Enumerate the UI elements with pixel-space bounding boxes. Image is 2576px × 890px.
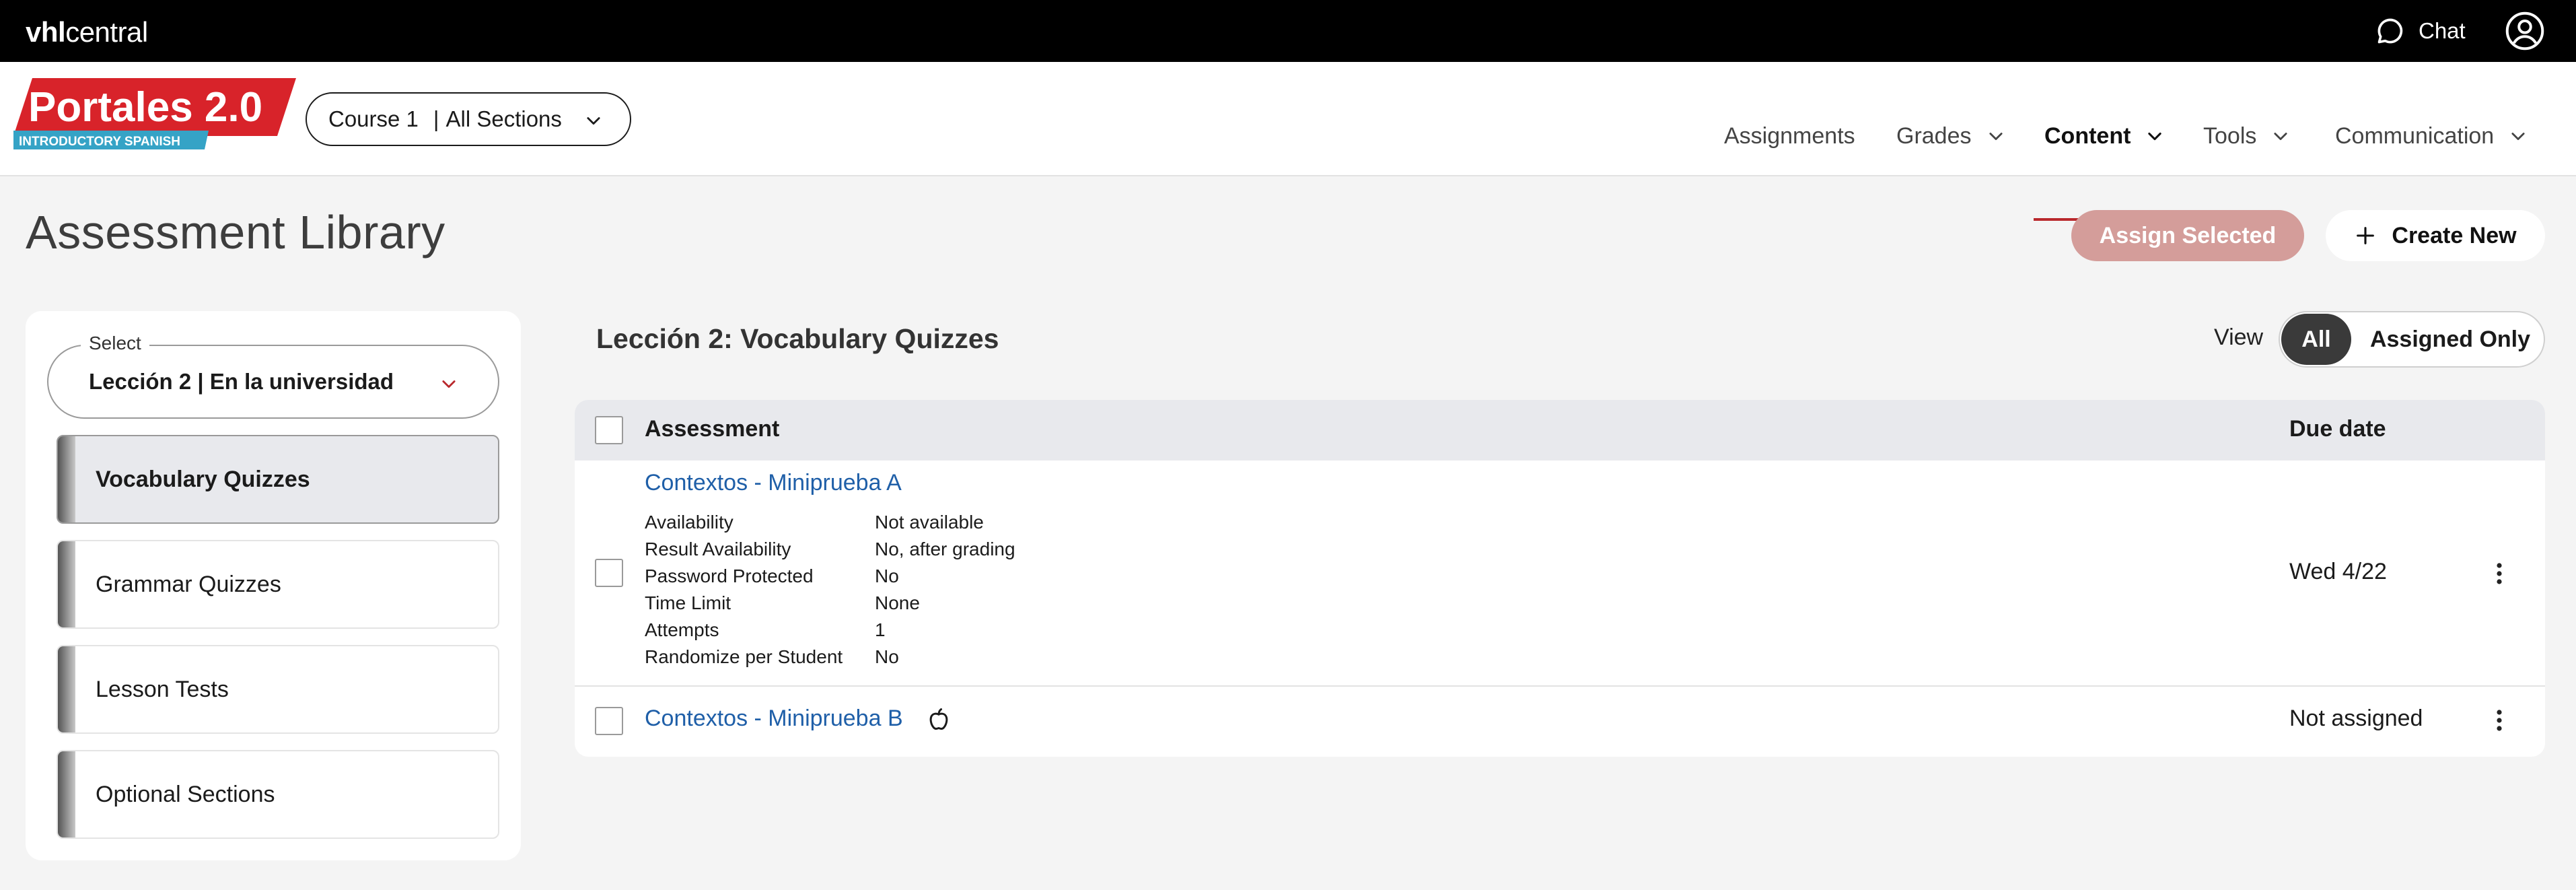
svg-text:Portales 2.0: Portales 2.0 bbox=[28, 84, 262, 131]
nav-assignments[interactable]: Assignments bbox=[1724, 116, 1855, 156]
chat-button[interactable]: Chat bbox=[2375, 15, 2466, 47]
view-assigned-only-option[interactable]: Assigned Only bbox=[2359, 314, 2541, 365]
view-toggle: All Assigned Only bbox=[2279, 311, 2545, 368]
nav-grades-label: Grades bbox=[1896, 123, 1972, 149]
assign-selected-button[interactable]: Assign Selected bbox=[2071, 210, 2304, 261]
assessment-link[interactable]: Contextos - Miniprueba B bbox=[645, 706, 903, 732]
top-bar: vhlcentral Chat bbox=[0, 0, 2576, 62]
detail-value: 1 bbox=[875, 619, 886, 640]
user-account-button[interactable] bbox=[2505, 11, 2545, 55]
detail-label: Time Limit bbox=[645, 592, 731, 613]
table-row: Contextos - Miniprueba B Not assigned bbox=[575, 688, 2545, 755]
brand-bold-text: vhl bbox=[26, 16, 66, 48]
portales-logo[interactable]: Portales 2.0 INTRODUCTORY SPANISH bbox=[13, 75, 296, 155]
more-options-icon[interactable] bbox=[2495, 561, 2503, 586]
lesson-select[interactable]: Select Lección 2 | En la universidad bbox=[47, 333, 499, 419]
view-label: View bbox=[2214, 324, 2264, 350]
course-name: Course 1 bbox=[328, 106, 419, 131]
course-separator: | bbox=[433, 106, 439, 131]
detail-label: Attempts bbox=[645, 619, 719, 640]
chevron-down-icon bbox=[1989, 133, 2003, 141]
chevron-down-icon bbox=[2148, 132, 2162, 141]
nav-communication-label: Communication bbox=[2335, 123, 2495, 149]
nav-tools-label: Tools bbox=[2203, 123, 2257, 149]
sidebar-item-optional-sections[interactable]: Optional Sections bbox=[57, 750, 499, 839]
apple-icon bbox=[929, 708, 948, 730]
detail-row: Availability Not available bbox=[645, 512, 1015, 539]
sidebar-item-lesson-tests[interactable]: Lesson Tests bbox=[57, 645, 499, 734]
chevron-down-icon bbox=[2274, 133, 2287, 141]
vhlcentral-logo[interactable]: vhlcentral bbox=[26, 16, 148, 48]
nav-assignments-label: Assignments bbox=[1724, 123, 1855, 149]
detail-label: Randomize per Student bbox=[645, 646, 843, 667]
due-date: Wed 4/22 bbox=[2289, 559, 2387, 584]
course-selector[interactable]: Course 1 | All Sections bbox=[306, 92, 631, 146]
detail-row: Password Protected No bbox=[645, 566, 1015, 592]
sidebar-item-grammar-quizzes[interactable]: Grammar Quizzes bbox=[57, 540, 499, 629]
row-checkbox[interactable] bbox=[595, 707, 623, 735]
assessment-table: Assessment Due date Contextos - Miniprue… bbox=[575, 400, 2545, 757]
detail-value: None bbox=[875, 592, 920, 613]
sidebar-item-vocabulary-quizzes[interactable]: Vocabulary Quizzes bbox=[57, 435, 499, 524]
table-header: Assessment Due date bbox=[575, 400, 2545, 460]
section-name: All Sections bbox=[445, 106, 562, 131]
sidebar-item-label: Optional Sections bbox=[96, 781, 275, 807]
detail-value: No bbox=[875, 566, 899, 586]
create-new-button[interactable]: Create New bbox=[2326, 210, 2545, 261]
detail-row: Attempts 1 bbox=[645, 619, 1015, 646]
page-title: Assessment Library bbox=[26, 206, 445, 259]
create-new-label: Create New bbox=[2392, 222, 2517, 248]
chevron-down-icon bbox=[587, 117, 600, 125]
table-row: Contextos - Miniprueba A Availability No… bbox=[575, 460, 2545, 687]
sidebar-item-label: Vocabulary Quizzes bbox=[96, 466, 310, 492]
lesson-select-value: Lección 2 | En la universidad bbox=[89, 369, 394, 394]
plus-icon bbox=[2357, 227, 2375, 244]
detail-label: Availability bbox=[645, 512, 734, 533]
chat-label: Chat bbox=[2419, 18, 2466, 43]
assessment-link[interactable]: Contextos - Miniprueba A bbox=[645, 470, 902, 496]
section-title: Lección 2: Vocabulary Quizzes bbox=[596, 323, 999, 354]
select-all-checkbox[interactable] bbox=[595, 416, 623, 444]
chat-bubble-icon bbox=[2377, 18, 2403, 44]
assessment-details: Availability Not available Result Availa… bbox=[645, 512, 1015, 673]
row-checkbox[interactable] bbox=[595, 559, 623, 587]
detail-label: Password Protected bbox=[645, 566, 814, 586]
course-header: Portales 2.0 INTRODUCTORY SPANISH Course… bbox=[0, 62, 2576, 221]
view-all-option[interactable]: All bbox=[2281, 314, 2351, 365]
lesson-sidebar: Select Lección 2 | En la universidad Voc… bbox=[26, 311, 521, 860]
chevron-down-icon bbox=[442, 380, 456, 388]
nav-tools[interactable]: Tools bbox=[2203, 116, 2291, 156]
user-circle-icon bbox=[2505, 11, 2544, 50]
lesson-select-legend: Select bbox=[81, 333, 149, 354]
sidebar-item-label: Grammar Quizzes bbox=[96, 571, 281, 597]
nav-communication[interactable]: Communication bbox=[2335, 116, 2529, 156]
svg-text:INTRODUCTORY SPANISH: INTRODUCTORY SPANISH bbox=[19, 135, 180, 149]
detail-value: No bbox=[875, 646, 899, 667]
detail-row: Result Availability No, after grading bbox=[645, 539, 1015, 566]
detail-value: No, after grading bbox=[875, 539, 1015, 559]
sidebar-item-label: Lesson Tests bbox=[96, 676, 229, 702]
nav-content-label: Content bbox=[2044, 123, 2131, 149]
detail-row: Time Limit None bbox=[645, 592, 1015, 619]
detail-row: Randomize per Student No bbox=[645, 646, 1015, 673]
brand-light-text: central bbox=[65, 16, 148, 48]
nav-grades[interactable]: Grades bbox=[1896, 116, 2007, 156]
chevron-down-icon bbox=[2511, 133, 2525, 141]
detail-label: Result Availability bbox=[645, 539, 791, 559]
nav-content[interactable]: Content bbox=[2044, 116, 2166, 156]
column-header-due-date: Due date bbox=[2289, 416, 2386, 442]
column-header-assessment: Assessment bbox=[645, 416, 780, 442]
more-options-icon[interactable] bbox=[2495, 708, 2503, 732]
detail-value: Not available bbox=[875, 512, 984, 533]
due-date: Not assigned bbox=[2289, 706, 2423, 731]
